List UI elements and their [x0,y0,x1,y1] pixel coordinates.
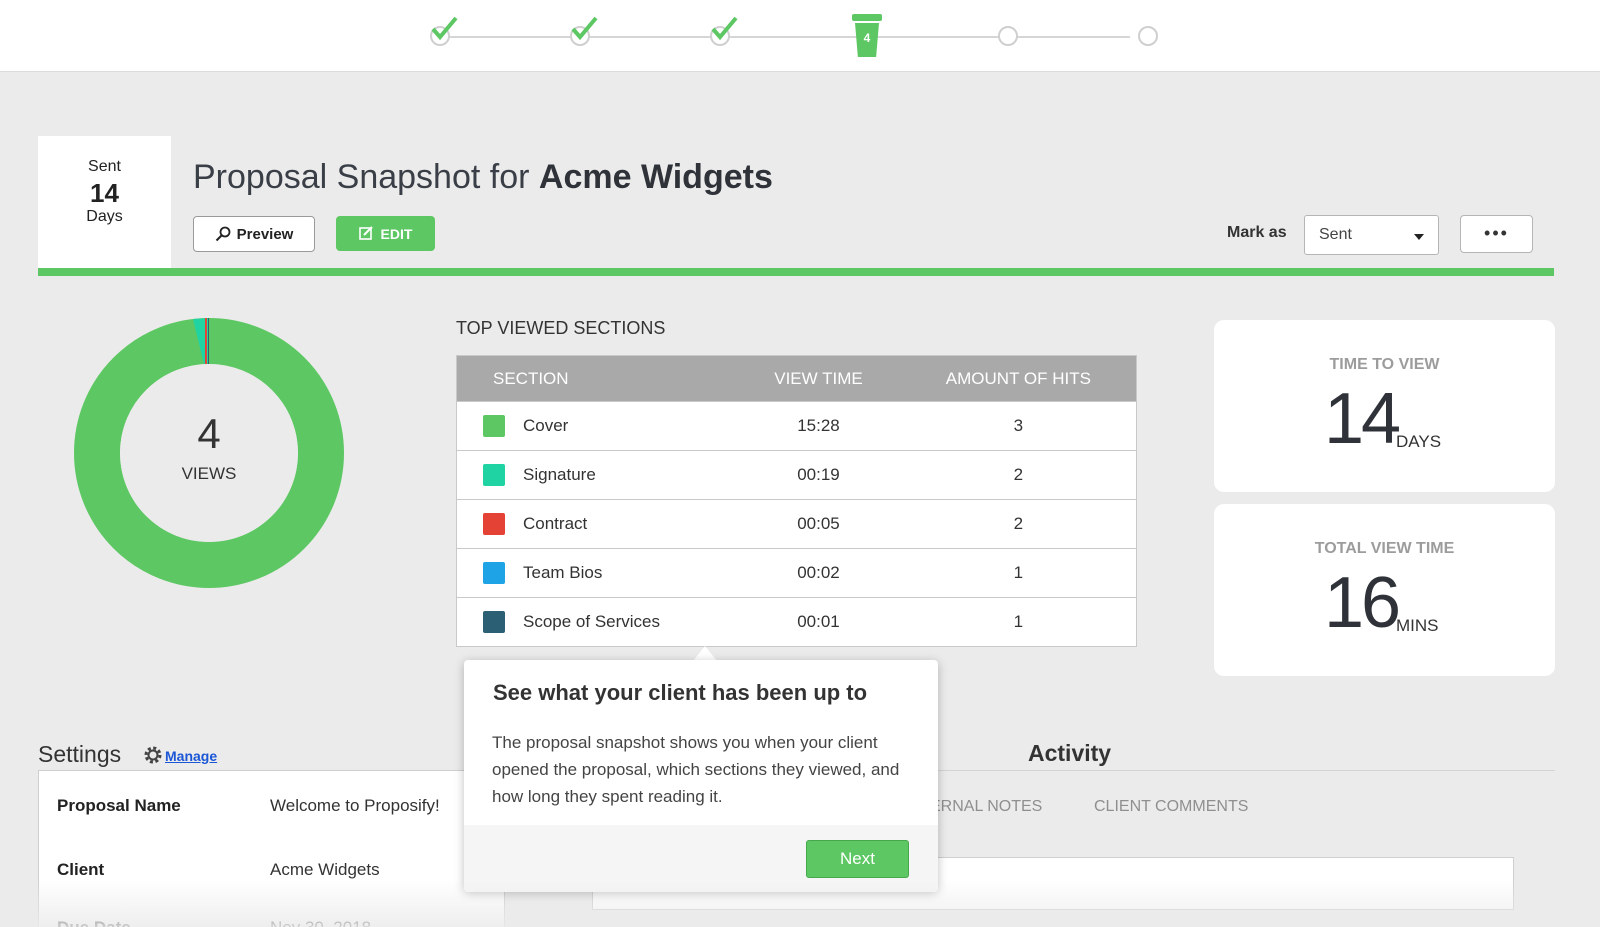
popover-arrow [693,646,717,661]
setting-value: Acme Widgets [270,860,380,879]
step-6[interactable] [1138,26,1158,46]
section-name: Scope of Services [523,612,661,631]
magnifier-icon [215,226,231,242]
setting-label: Due Date [57,918,131,927]
time-to-view-value: 14 [1324,379,1401,459]
section-name: Contract [523,514,588,533]
column-header-hits: AMOUNT OF HITS [945,368,1091,388]
table-row: Signature 00:19 2 [457,450,1136,499]
progress-stepper: 4 [0,0,1600,72]
step-4-active[interactable]: 4 [852,14,882,58]
mark-as-value: Sent [1319,226,1352,243]
tab-internal-notes[interactable]: ERNAL NOTES [930,798,1042,816]
table-header: SECTION VIEW TIME AMOUNT OF HITS [457,356,1136,401]
header-accent-bar [38,268,1554,276]
table-row: Cover 15:28 3 [457,401,1136,450]
section-color-swatch [483,611,505,633]
views-label: VIEWS [181,464,237,483]
edit-label: EDIT [380,225,413,242]
popover-title: See what your client has been up to [493,680,868,705]
step-1-complete[interactable] [430,16,458,46]
settings-panel [38,770,505,927]
sent-label: Sent [88,158,121,175]
section-name: Cover [523,416,569,435]
checkmark-icon [431,16,458,41]
hits: 1 [1013,563,1024,582]
setting-label: Client [57,860,105,879]
hits: 2 [1013,465,1024,484]
view-time: 00:01 [797,612,840,631]
section-color-swatch [483,562,505,584]
preview-button[interactable]: Preview [193,216,315,252]
checkmark-icon [711,16,738,41]
edit-icon [358,226,373,240]
view-time: 00:02 [797,563,840,582]
step-3-complete[interactable] [710,16,738,46]
section-color-swatch [483,464,505,486]
setting-value: Welcome to Proposify! [270,796,440,815]
title-prefix: Proposal Snapshot for [193,158,530,196]
column-header-section: SECTION [493,368,569,388]
setting-value: Nov 30, 2018 [270,918,371,927]
step-number: 4 [863,31,871,45]
view-time: 00:19 [797,465,840,484]
donut-segment-contract [205,318,207,364]
section-name: Team Bios [523,563,603,582]
stepper-track [440,36,1130,38]
preview-label: Preview [236,225,294,243]
setting-label: Proposal Name [57,796,181,815]
section-color-swatch [483,513,505,535]
settings-title: Settings [38,741,122,767]
step-2-complete[interactable] [570,16,598,46]
time-to-view-card: TIME TO VIEW 14 DAYS [1214,320,1555,492]
section-color-swatch [483,415,505,437]
sent-days-value: 14 [90,178,119,208]
mark-as-select[interactable]: Sent [1304,215,1439,255]
sent-days-card: Sent 14 Days [38,136,171,268]
total-view-time-unit: MINS [1396,616,1439,635]
checkmark-icon [571,16,598,41]
column-header-view-time: VIEW TIME [774,368,863,388]
onboarding-popover: See what your client has been up to The … [464,660,938,892]
total-view-time-label: TOTAL VIEW TIME [1314,540,1455,557]
title-client: Acme Widgets [538,158,773,196]
total-view-time-value: 16 [1324,563,1401,643]
hits: 2 [1013,514,1024,533]
table-row: Contract 00:05 2 [457,499,1136,548]
tab-client-comments[interactable]: CLIENT COMMENTS [1094,798,1248,816]
view-time: 00:05 [797,514,840,533]
hits: 3 [1013,416,1024,435]
page-title: Proposal Snapshot for Acme Widgets [193,158,773,197]
table-row: Team Bios 00:02 1 [457,548,1136,597]
view-time: 15:28 [797,416,840,435]
table-row: Scope of Services 00:01 1 [457,597,1136,646]
more-options-button[interactable]: ••• [1460,215,1533,253]
time-to-view-label: TIME TO VIEW [1329,356,1440,373]
step-5[interactable] [998,26,1018,46]
mark-as-label: Mark as [1227,224,1287,241]
activity-title: Activity [1028,740,1112,766]
next-button[interactable]: Next [806,840,909,878]
edit-button[interactable]: EDIT [336,216,435,251]
views-count: 4 [197,410,221,457]
hits: 1 [1013,612,1024,631]
caret-down-icon [1414,234,1424,240]
cup-icon-lid [852,14,882,21]
time-to-view-unit: DAYS [1396,432,1442,451]
sent-days-unit: Days [86,208,123,225]
gear-icon[interactable] [143,745,163,765]
popover-body: The proposal snapshot shows you when you… [492,733,900,806]
section-name: Signature [523,465,596,484]
top-viewed-table: SECTION VIEW TIME AMOUNT OF HITS Cover 1… [456,355,1137,647]
manage-link[interactable]: Manage [165,748,217,764]
top-viewed-title: TOP VIEWED SECTIONS [456,318,666,338]
donut-segment-scope [208,318,209,364]
total-view-time-card: TOTAL VIEW TIME 16 MINS [1214,504,1555,676]
